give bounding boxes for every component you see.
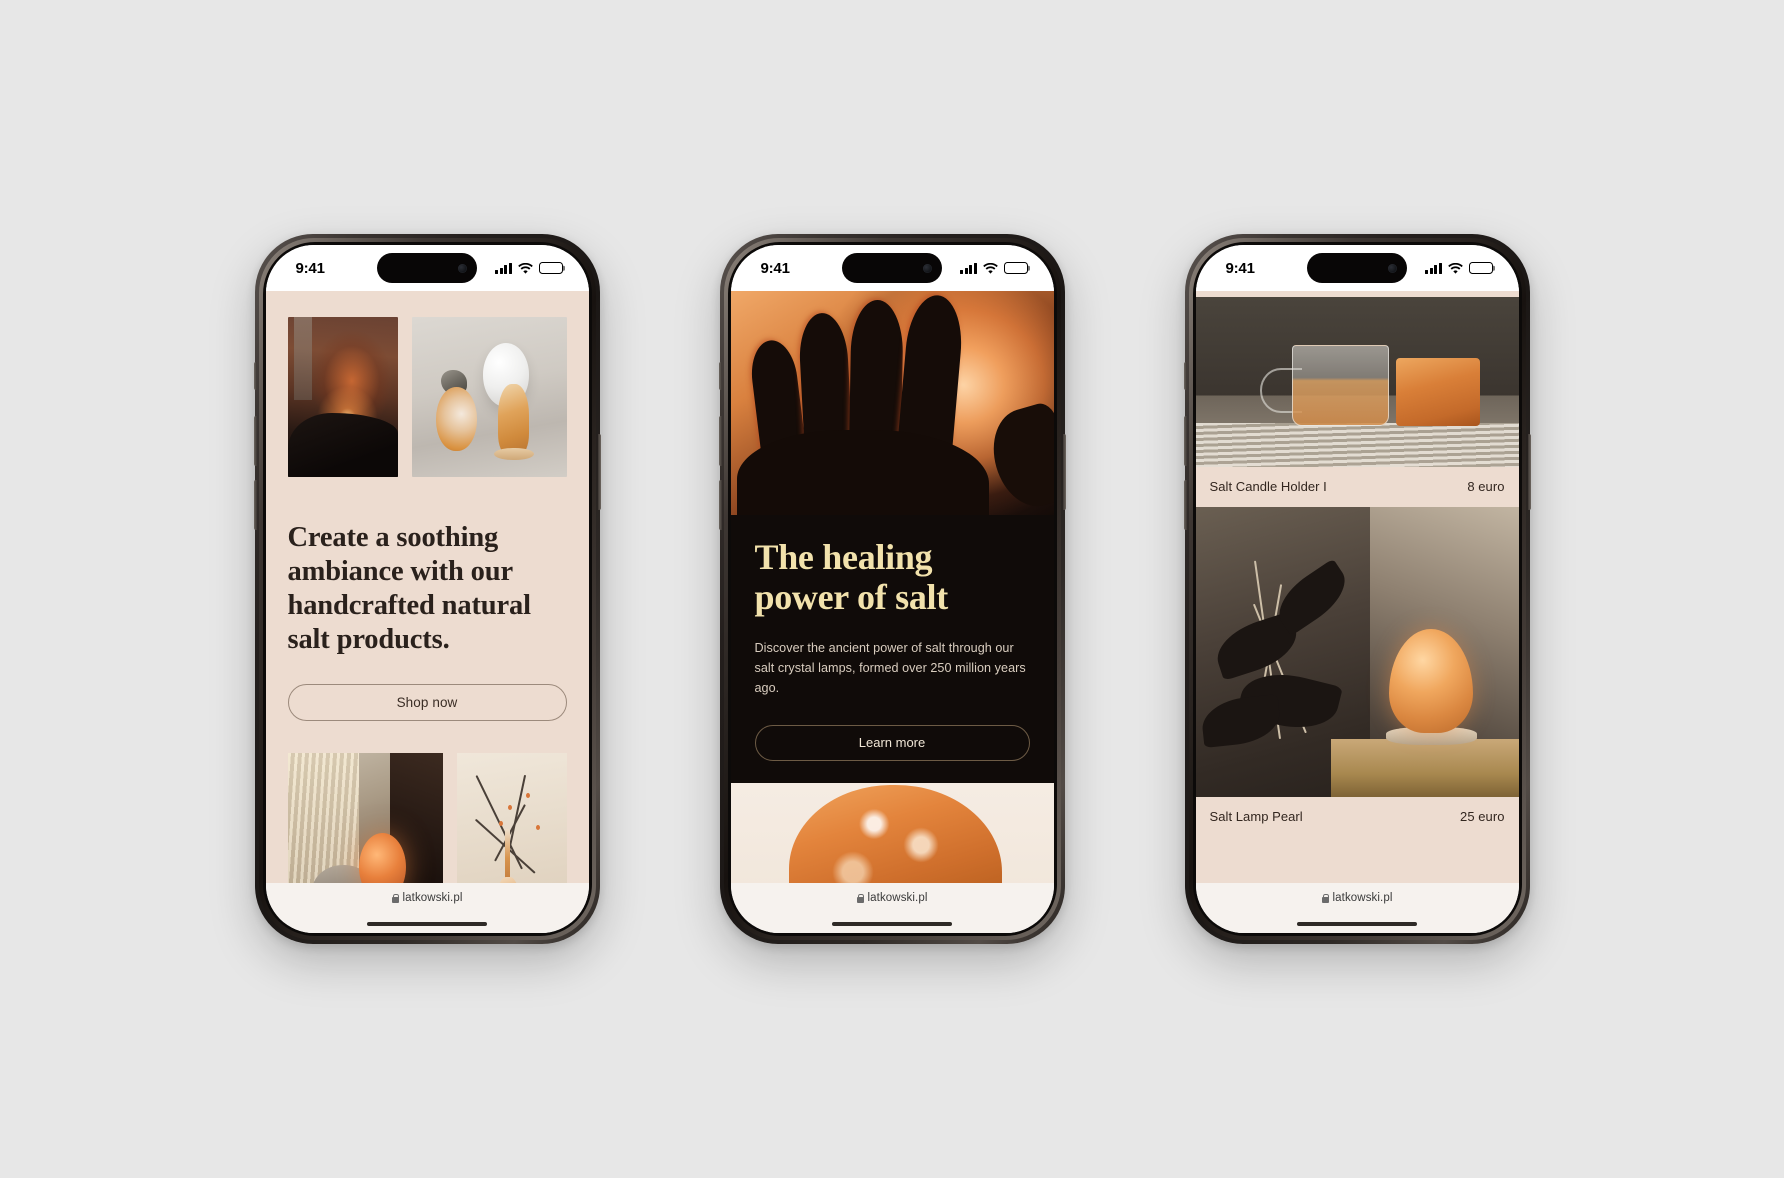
image-branches-holders[interactable]: [457, 752, 567, 883]
front-camera-icon: [1388, 263, 1397, 273]
dynamic-island: [1307, 253, 1407, 283]
volume-up-button[interactable]: [718, 416, 722, 466]
image-salt-orbs[interactable]: [411, 317, 567, 477]
status-time: 9:41: [1225, 259, 1255, 277]
browser-url-bar[interactable]: latkowski.pl: [730, 883, 1054, 933]
power-button[interactable]: [1062, 434, 1066, 510]
product-card[interactable]: Salt Lamp Pearl 25 euro: [1195, 507, 1519, 837]
wifi-icon: [982, 262, 998, 274]
phone-mockup-stage: 9:41 Create a soothing ambiance with our…: [0, 0, 1784, 1178]
url-text: latkowski.pl: [402, 892, 463, 904]
front-camera-icon: [458, 263, 467, 273]
home-indicator[interactable]: [367, 921, 487, 926]
image-plant-lamp[interactable]: [1195, 507, 1519, 797]
shop-now-button[interactable]: Shop now: [287, 683, 567, 721]
image-salt-crystal[interactable]: [730, 782, 1054, 883]
lock-icon: [1321, 893, 1330, 903]
article-copy: The healing power of salt Discover the a…: [731, 515, 1054, 761]
cellular-bars-icon: [495, 262, 512, 274]
front-camera-icon: [923, 263, 932, 273]
phone-1: 9:41 Create a soothing ambiance with our…: [253, 234, 601, 944]
volume-down-button[interactable]: [1183, 480, 1187, 530]
wifi-icon: [517, 262, 533, 274]
salt-rock-shape: [440, 369, 468, 396]
phone-2-screen: 9:41 The healing power of salt Discover …: [730, 245, 1054, 933]
phone-3: 9:41 Salt Candle Holder I 8 euro Salt La…: [1183, 234, 1531, 944]
url-display[interactable]: latkowski.pl: [391, 892, 463, 904]
volume-down-button[interactable]: [718, 480, 722, 530]
volume-down-button[interactable]: [253, 480, 257, 530]
power-button[interactable]: [1527, 434, 1531, 510]
status-indicators: [960, 262, 1028, 274]
wifi-icon: [1447, 262, 1463, 274]
power-button[interactable]: [597, 434, 601, 510]
status-time: 9:41: [760, 259, 790, 277]
product-row: Salt Lamp Pearl 25 euro: [1196, 797, 1519, 837]
status-time: 9:41: [295, 259, 325, 277]
product-price: 8 euro: [1467, 479, 1505, 494]
article-body-text: Discover the ancient power of salt throu…: [754, 640, 1026, 696]
product-name: Salt Candle Holder I: [1209, 479, 1327, 494]
silent-switch-button[interactable]: [253, 362, 257, 390]
silent-switch-button[interactable]: [1183, 362, 1187, 390]
dynamic-island: [842, 253, 942, 283]
lock-icon: [391, 893, 400, 903]
status-bar: 9:41: [1195, 245, 1519, 291]
product-card[interactable]: Salt Candle Holder I 8 euro: [1195, 297, 1519, 507]
volume-up-button[interactable]: [1183, 416, 1187, 466]
home-indicator[interactable]: [1297, 921, 1417, 926]
page-title: Create a soothing ambiance with our hand…: [287, 522, 532, 655]
status-indicators: [495, 262, 563, 274]
status-bar: 9:41: [265, 245, 589, 291]
page-title: The healing power of salt: [754, 537, 949, 618]
silent-switch-button[interactable]: [718, 362, 722, 390]
dynamic-island: [377, 253, 477, 283]
product-price: 25 euro: [1460, 809, 1505, 824]
url-display[interactable]: latkowski.pl: [1321, 892, 1393, 904]
browser-url-bar[interactable]: latkowski.pl: [265, 883, 589, 933]
learn-more-button[interactable]: Learn more: [754, 724, 1030, 761]
battery-icon: [1003, 262, 1028, 274]
phone-2: 9:41 The healing power of salt Discover …: [718, 234, 1066, 944]
image-lamp-dark-room[interactable]: [287, 317, 398, 477]
url-display[interactable]: latkowski.pl: [856, 892, 928, 904]
url-text: latkowski.pl: [1332, 892, 1393, 904]
phone-3-screen: 9:41 Salt Candle Holder I 8 euro Salt La…: [1195, 245, 1519, 933]
image-mug-candle[interactable]: [1195, 297, 1519, 467]
phone-2-page: The healing power of salt Discover the a…: [730, 291, 1054, 883]
battery-icon: [1468, 262, 1493, 274]
image-grid-top: [287, 317, 567, 477]
phone-3-page: Salt Candle Holder I 8 euro Salt Lamp Pe…: [1195, 291, 1519, 883]
browser-url-bar[interactable]: latkowski.pl: [1195, 883, 1519, 933]
product-name: Salt Lamp Pearl: [1209, 809, 1303, 824]
home-indicator[interactable]: [832, 921, 952, 926]
phone-1-page: Create a soothing ambiance with our hand…: [265, 291, 589, 883]
cellular-bars-icon: [1425, 262, 1442, 274]
volume-up-button[interactable]: [253, 416, 257, 466]
image-window-curtain[interactable]: [287, 752, 443, 883]
url-text: latkowski.pl: [867, 892, 928, 904]
cellular-bars-icon: [960, 262, 977, 274]
image-hand-silhouette[interactable]: [730, 291, 1054, 515]
status-bar: 9:41: [730, 245, 1054, 291]
product-row: Salt Candle Holder I 8 euro: [1196, 467, 1519, 507]
lock-icon: [856, 893, 865, 903]
battery-icon: [538, 262, 563, 274]
phone-1-screen: 9:41 Create a soothing ambiance with our…: [265, 245, 589, 933]
salt-orb-shape: [493, 384, 534, 461]
status-indicators: [1425, 262, 1493, 274]
image-grid-bottom: [287, 752, 567, 883]
